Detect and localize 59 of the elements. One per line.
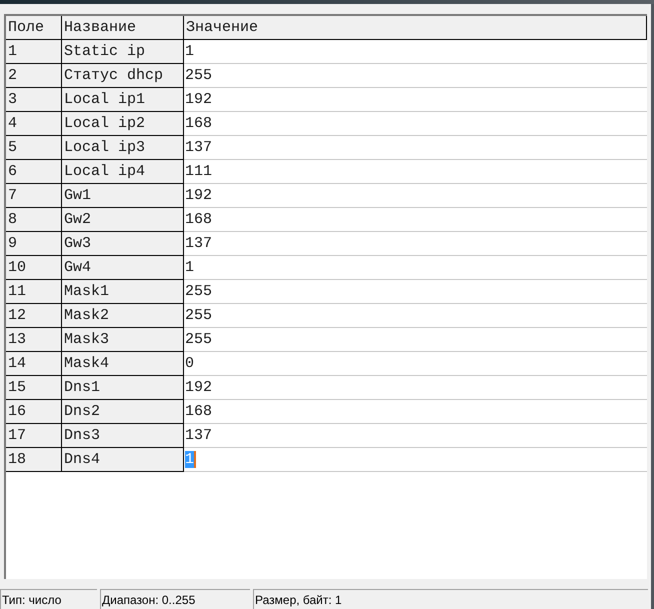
table-cell: Mask1	[62, 280, 184, 304]
table-cell: 5	[6, 136, 62, 160]
table-cell: 255	[185, 331, 212, 348]
table-cell: 18	[6, 448, 62, 472]
table-cell: 111	[185, 163, 212, 180]
table-cell: Gw4	[62, 256, 184, 280]
table-cell: 0	[185, 355, 194, 372]
table-cell: Gw3	[62, 232, 184, 256]
table-cell: 10	[6, 256, 62, 280]
table-cell: Static ip	[62, 40, 184, 64]
table-cell: 1	[185, 43, 194, 60]
table-cell: Local ip4	[62, 160, 184, 184]
table-cell: Статус dhcp	[62, 64, 184, 88]
table-cell: Local ip2	[62, 112, 184, 136]
table-cell: 192	[185, 379, 212, 396]
table-cell: Gw2	[62, 208, 184, 232]
table-cell: 1	[185, 259, 194, 276]
column-header[interactable]: Поле	[6, 16, 62, 40]
table-cell: Dns1	[62, 376, 184, 400]
table-cell: Dns3	[62, 424, 184, 448]
table-cell: 12	[6, 304, 62, 328]
table-cell: 2	[6, 64, 62, 88]
table-cell: 14	[6, 352, 62, 376]
table-cell: 3	[6, 88, 62, 112]
table-cell: Local ip1	[62, 88, 184, 112]
status-bar-panel: Размер, байт: 1	[253, 589, 648, 609]
status-bar-panel: Тип: число	[0, 589, 97, 609]
table-cell: 13	[6, 328, 62, 352]
table-cell: Dns4	[62, 448, 184, 472]
column-header[interactable]: Название	[62, 16, 184, 40]
table-cell: 192	[185, 187, 212, 204]
table-cell: Gw1	[62, 184, 184, 208]
table-cell: 11	[6, 280, 62, 304]
table-cell: 137	[185, 427, 212, 444]
table-cell: Dns2	[62, 400, 184, 424]
table-cell: 4	[6, 112, 62, 136]
status-bar-panel: Диапазон: 0..255	[100, 589, 250, 609]
table-cell: 192	[185, 91, 212, 108]
table-cell: 255	[185, 67, 212, 84]
table-cell: 255	[185, 307, 212, 324]
table-cell: Mask2	[62, 304, 184, 328]
table-cell: 7	[6, 184, 62, 208]
column-header[interactable]: Значение	[184, 16, 647, 40]
table-cell: Mask3	[62, 328, 184, 352]
table-cell: 168	[185, 403, 212, 420]
table-cell: 168	[185, 211, 212, 228]
table-cell: 137	[185, 139, 212, 156]
table-cell: 15	[6, 376, 62, 400]
table-cell: 255	[185, 283, 212, 300]
table-cell: 168	[185, 115, 212, 132]
table-cell: 16	[6, 400, 62, 424]
table-cell: Local ip3	[62, 136, 184, 160]
table-cell: 9	[6, 232, 62, 256]
table-cell: Mask4	[62, 352, 184, 376]
table-cell: 1	[6, 40, 62, 64]
table-cell: 8	[6, 208, 62, 232]
table-cell: 137	[185, 235, 212, 252]
table-cell: 6	[6, 160, 62, 184]
table-cell: 17	[6, 424, 62, 448]
